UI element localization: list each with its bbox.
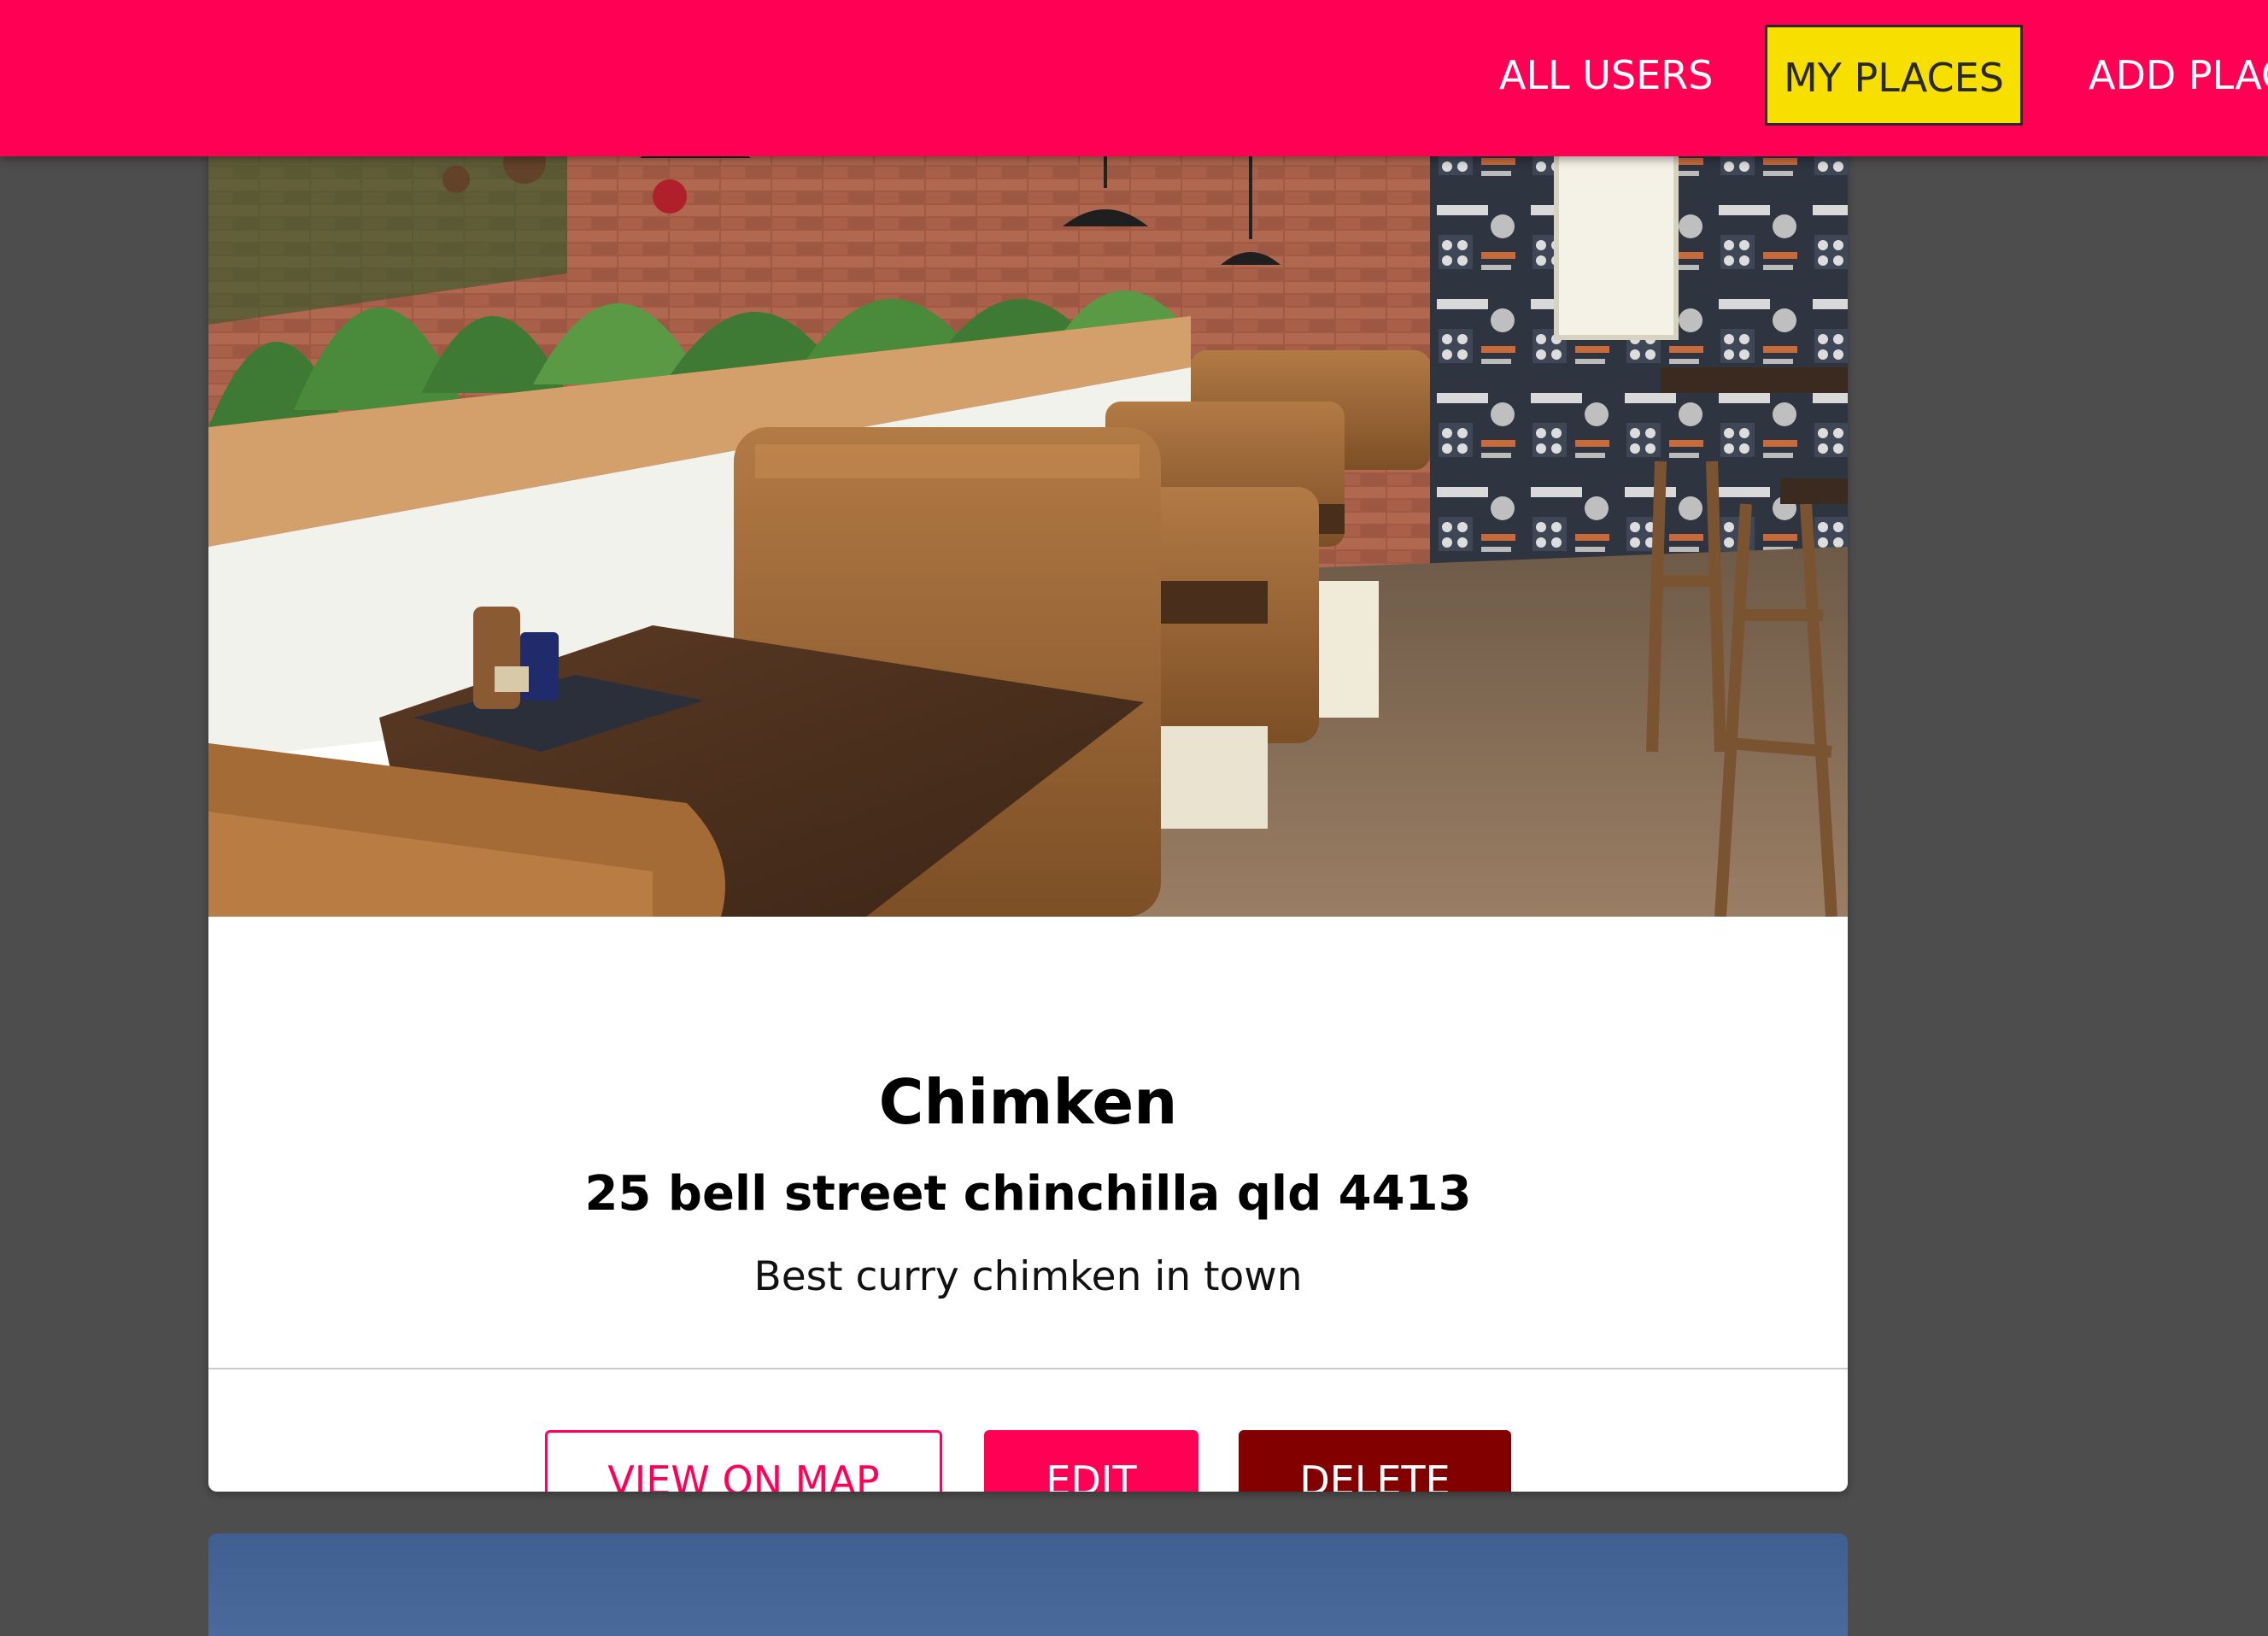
edit-button[interactable]: EDIT <box>984 1430 1198 1492</box>
place-address: 25 bell street chinchilla qld 4413 <box>584 1166 1472 1222</box>
place-image <box>208 103 1848 917</box>
place-description: Best curry chimken in town <box>753 1253 1303 1300</box>
nav-add-place[interactable]: ADD PLACE <box>2089 25 2268 126</box>
place-title: Chimken <box>878 1066 1178 1138</box>
view-on-map-button[interactable]: VIEW ON MAP <box>545 1430 942 1492</box>
place-actions: VIEW ON MAP EDIT DELETE <box>208 1368 1848 1492</box>
nav-links: ALL USERS MY PLACES ADD PLACE <box>0 0 2268 156</box>
place-card: Chimken 25 bell street chinchilla qld 44… <box>208 103 1848 1492</box>
restaurant-interior-photo <box>208 103 1848 917</box>
nav-all-users[interactable]: ALL USERS <box>1499 25 1713 126</box>
place-info: Chimken 25 bell street chinchilla qld 44… <box>208 917 1848 1369</box>
next-place-card <box>208 1533 1848 1636</box>
delete-button[interactable]: DELETE <box>1239 1430 1511 1492</box>
main-header: ALL USERS MY PLACES ADD PLACE <box>0 0 2268 156</box>
nav-my-places[interactable]: MY PLACES <box>1765 25 2023 126</box>
